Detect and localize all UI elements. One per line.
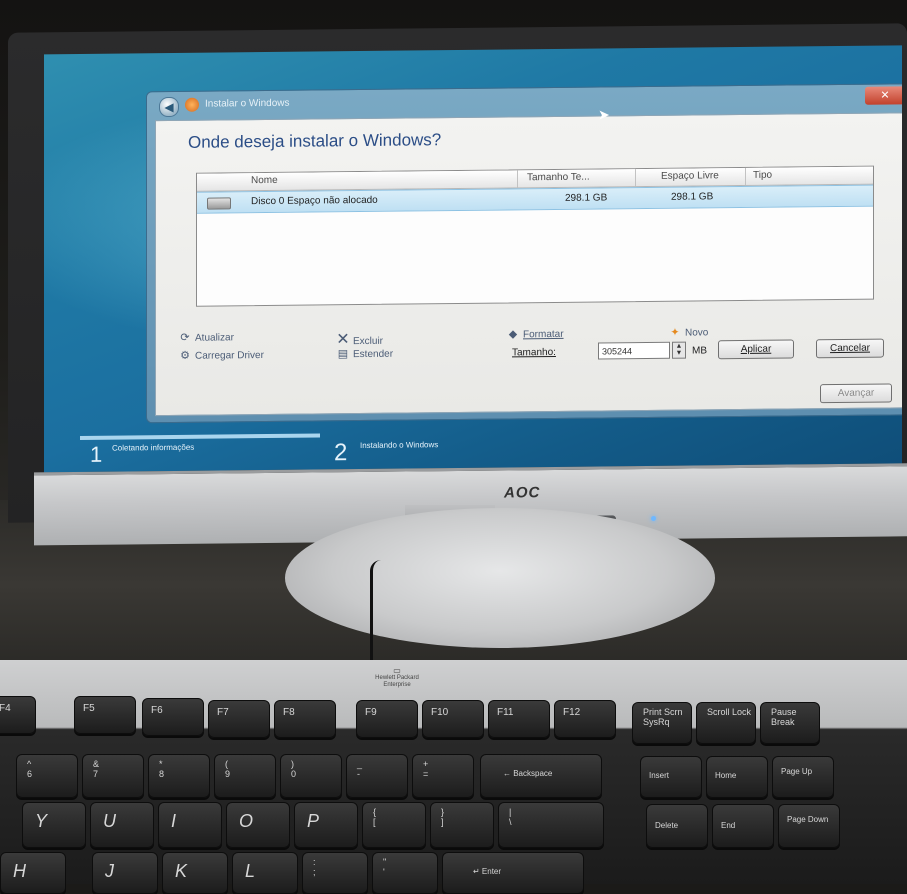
key-j[interactable]: J <box>92 852 158 894</box>
column-header-name[interactable]: Nome <box>251 175 278 186</box>
disk-name: Disco 0 Espaço não alocado <box>251 194 378 208</box>
keyboard-brand: Hewlett Packard <box>375 675 419 681</box>
key-insert[interactable]: Insert <box>640 756 702 798</box>
key-print-screen[interactable]: Print Scrn SysRq <box>632 702 692 744</box>
apply-button[interactable]: Aplicar <box>718 339 794 360</box>
monitor: ◀ Instalar o Windows ✕ Onde deseja insta… <box>8 23 907 546</box>
new-star-icon: ✦ <box>670 326 680 339</box>
cable <box>370 560 381 670</box>
key-f12[interactable]: F12 <box>554 700 616 738</box>
windows-setup-icon <box>185 97 199 112</box>
content-panel: Onde deseja instalar o Windows? Nome Tam… <box>155 112 902 417</box>
extend-icon: ▤ <box>337 348 349 361</box>
size-input[interactable] <box>598 341 670 360</box>
key-0[interactable]: ) 0 <box>280 754 342 798</box>
column-header-type[interactable]: Tipo <box>753 170 772 181</box>
key-page-up[interactable]: Page Up <box>772 756 834 798</box>
disk-free-space: 298.1 GB <box>671 191 714 203</box>
key-semicolon[interactable]: :; <box>302 852 368 894</box>
key-6[interactable]: ^ 6 <box>16 754 78 798</box>
refresh-link[interactable]: ⟳ Atualizar <box>178 330 234 344</box>
key-l[interactable]: L <box>232 852 298 894</box>
size-stepper[interactable]: ▲ ▼ <box>672 341 686 359</box>
hard-disk-icon <box>207 197 231 210</box>
disk-total-size: 298.1 GB <box>565 192 608 204</box>
key-8[interactable]: * 8 <box>148 754 210 798</box>
close-button[interactable]: ✕ <box>865 86 902 105</box>
key-backspace[interactable]: ← Backspace <box>480 754 602 798</box>
key-quote[interactable]: " ' <box>372 852 438 894</box>
installer-window: ◀ Instalar o Windows ✕ Onde deseja insta… <box>146 83 902 424</box>
step-progress-bar <box>80 433 320 440</box>
extend-link[interactable]: ▤ Estender <box>336 347 393 361</box>
monitor-screen: ◀ Instalar o Windows ✕ Onde deseja insta… <box>44 45 902 473</box>
power-led <box>651 515 656 521</box>
monitor-stand-base <box>285 508 715 648</box>
step-2-number: 2 <box>334 439 348 467</box>
key-equals[interactable]: + = <box>412 754 474 798</box>
key-i[interactable]: I <box>158 802 222 848</box>
hp-logo: ▭ Hewlett Packard Enterprise <box>352 666 442 689</box>
key-f6[interactable]: F6 <box>142 698 204 736</box>
key-pause-break[interactable]: Pause Break <box>760 702 820 744</box>
disk-list[interactable]: Nome Tamanho Te... Espaço Livre Tipo Dis… <box>196 165 874 307</box>
window-title: Instalar o Windows <box>205 97 290 110</box>
key-scroll-lock[interactable]: Scroll Lock <box>696 702 756 744</box>
key-end[interactable]: End <box>712 804 774 848</box>
column-header-free-space[interactable]: Espaço Livre <box>661 170 719 182</box>
cancel-button[interactable]: Cancelar <box>816 338 884 359</box>
key-minus[interactable]: _ - <box>346 754 408 798</box>
load-driver-link[interactable]: ⚙ Carregar Driver <box>178 348 264 362</box>
key-u[interactable]: U <box>90 802 154 848</box>
eraser-icon: ◆ <box>508 328 518 341</box>
key-f4[interactable]: F4 <box>0 696 36 734</box>
key-delete[interactable]: Delete <box>646 804 708 848</box>
size-unit: MB <box>692 345 707 357</box>
back-arrow-button[interactable]: ◀ <box>159 96 179 118</box>
key-k[interactable]: K <box>162 852 228 894</box>
step-1-label: Coletando informações <box>112 442 195 453</box>
key-y[interactable]: Y <box>22 802 86 848</box>
format-link[interactable]: ◆ Formatar <box>506 327 564 341</box>
mouse-cursor-icon: ➤ <box>598 106 610 123</box>
step-1-number: 1 <box>90 441 103 467</box>
key-f10[interactable]: F10 <box>422 700 484 738</box>
key-right-bracket[interactable]: }] <box>430 802 494 848</box>
keyboard-brand-sub: Enterprise <box>383 682 411 688</box>
size-label: Tamanho: <box>512 346 556 359</box>
key-left-bracket[interactable]: {[ <box>362 802 426 848</box>
new-partition-link[interactable]: ✦ Novo <box>668 325 708 339</box>
key-f11[interactable]: F11 <box>488 700 550 738</box>
load-driver-icon: ⚙ <box>180 349 190 362</box>
keyboard: ▭ Hewlett Packard Enterprise F4 F5 F6 F7… <box>0 660 907 894</box>
key-enter[interactable]: ↵ Enter <box>442 852 584 894</box>
key-f7[interactable]: F7 <box>208 700 270 738</box>
column-header-total-size[interactable]: Tamanho Te... <box>527 172 590 184</box>
key-page-down[interactable]: Page Down <box>778 804 840 848</box>
close-icon: ✕ <box>880 89 890 102</box>
key-f9[interactable]: F9 <box>356 700 418 738</box>
key-p[interactable]: P <box>294 802 358 848</box>
key-f8[interactable]: F8 <box>274 700 336 738</box>
key-home[interactable]: Home <box>706 756 768 798</box>
key-o[interactable]: O <box>226 802 290 848</box>
step-2-label: Instalando o Windows <box>360 440 439 451</box>
key-backslash[interactable]: | \ <box>498 802 604 848</box>
key-f5[interactable]: F5 <box>74 696 136 734</box>
key-7[interactable]: & 7 <box>82 754 144 798</box>
key-9[interactable]: (9 <box>214 754 276 798</box>
monitor-brand-logo: AOC <box>504 484 541 502</box>
key-h[interactable]: H <box>0 852 66 894</box>
refresh-icon: ⟳ <box>180 331 190 344</box>
page-title: Onde deseja instalar o Windows? <box>188 130 442 152</box>
next-button[interactable]: Avançar <box>820 383 892 404</box>
